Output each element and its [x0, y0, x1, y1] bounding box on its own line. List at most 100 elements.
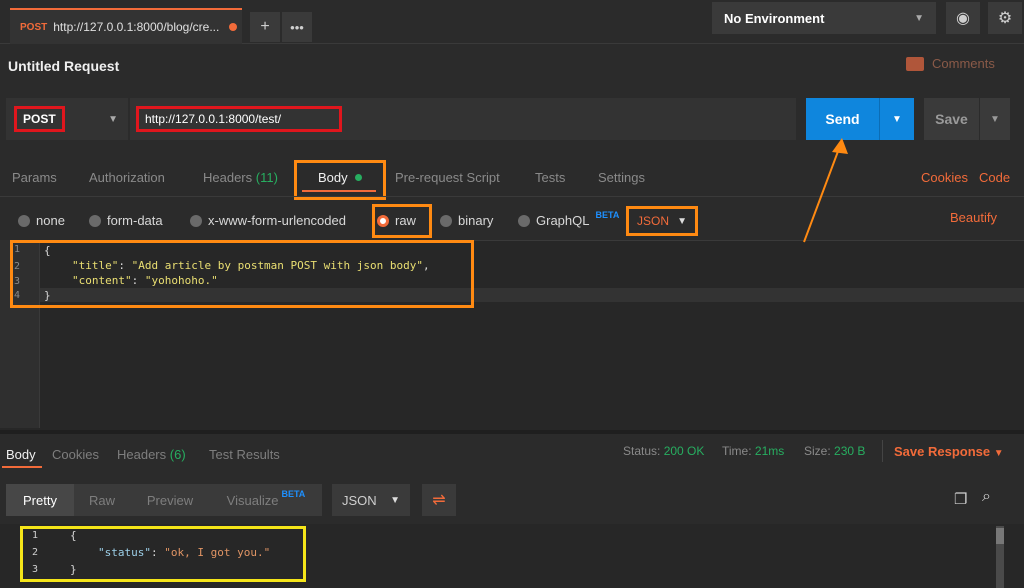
request-tab[interactable]: POST http://127.0.0.1:8000/blog/cre... — [10, 8, 242, 44]
chevron-down-icon: ▼ — [677, 215, 687, 227]
status-dot-icon — [354, 174, 362, 181]
response-divider — [0, 430, 1024, 434]
size-label: Size: — [804, 444, 831, 458]
response-headers-count: (6) — [169, 447, 186, 462]
active-tab-underline — [2, 466, 42, 468]
radio-none[interactable]: none — [18, 213, 65, 228]
tab-settings[interactable]: Settings — [598, 170, 645, 185]
cookies-link[interactable]: Cookies — [921, 170, 968, 185]
radio-urlencoded-label: x-www-form-urlencoded — [208, 213, 346, 228]
radio-binary[interactable]: binary — [440, 213, 493, 228]
radio-graphql-label: GraphQL — [536, 213, 590, 228]
copy-icon[interactable]: ❐ — [954, 490, 967, 508]
active-tab-underline — [302, 190, 376, 192]
chevron-down-icon[interactable]: ▼ — [980, 98, 1010, 140]
send-button[interactable]: Send ▼ — [806, 98, 914, 140]
radio-circle-icon — [18, 214, 30, 227]
method-value: POST — [14, 106, 65, 132]
time-value: 21ms — [754, 444, 785, 458]
beautify-link[interactable]: Beautify — [950, 210, 997, 225]
tab-headers[interactable]: Headers (11) — [203, 170, 278, 185]
format-label: JSON — [637, 214, 670, 228]
chevron-down-icon: ▼ — [993, 448, 1004, 459]
view-pretty[interactable]: Pretty — [6, 484, 74, 516]
tab-body[interactable]: Body — [318, 170, 362, 185]
chevron-down-icon: ▼ — [390, 494, 400, 506]
save-response-button[interactable]: Save Response ▼ — [894, 444, 1004, 459]
environment-label: No Environment — [724, 10, 825, 26]
chevron-down-icon: ▼ — [108, 113, 118, 125]
eye-icon[interactable]: ◉ — [946, 2, 980, 34]
status-info: Status: 200 OK — [623, 444, 704, 458]
view-raw[interactable]: Raw — [74, 484, 130, 516]
radio-selected-icon — [377, 214, 389, 227]
radio-form-data[interactable]: form-data — [89, 213, 163, 228]
response-tab-headers-label: Headers — [117, 447, 167, 462]
tab-authorization[interactable]: Authorization — [89, 170, 165, 185]
beta-badge: BETA — [281, 489, 306, 499]
size-info: Size: 230 B — [804, 444, 865, 458]
tab-tests[interactable]: Tests — [535, 170, 565, 185]
save-label: Save — [924, 98, 980, 140]
radio-form-data-label: form-data — [107, 213, 163, 228]
radio-circle-icon — [89, 214, 101, 227]
scrollbar-thumb[interactable] — [996, 528, 1004, 544]
response-tab-headers[interactable]: Headers (6) — [117, 447, 186, 462]
status-value: 200 OK — [663, 444, 705, 458]
more-icon[interactable]: ••• — [282, 12, 312, 42]
radio-graphql[interactable]: GraphQL BETA — [518, 209, 620, 228]
response-format-select[interactable]: JSON ▼ — [332, 484, 410, 516]
headers-count: (11) — [255, 170, 278, 185]
tab-url: http://127.0.0.1:8000/blog/cre... — [53, 20, 220, 34]
response-tab-body[interactable]: Body — [6, 447, 36, 462]
radio-circle-icon — [440, 214, 452, 227]
response-tab-test-results[interactable]: Test Results — [209, 447, 280, 462]
comment-icon — [906, 56, 924, 71]
gear-icon[interactable]: ⚙ — [988, 2, 1022, 34]
plus-icon[interactable]: + — [250, 12, 280, 42]
view-visualize-label: Visualize — [226, 492, 279, 508]
unsaved-dot-icon — [229, 23, 238, 31]
request-title[interactable]: Untitled Request — [8, 58, 119, 74]
radio-circle-icon — [190, 214, 202, 227]
tab-method: POST — [20, 21, 48, 33]
url-value: http://127.0.0.1:8000/test/ — [136, 106, 342, 132]
comments-button[interactable]: Comments — [906, 56, 995, 71]
save-button[interactable]: Save ▼ — [924, 98, 1010, 140]
view-preview[interactable]: Preview — [130, 484, 210, 516]
view-visualize[interactable]: Visualize BETA — [210, 484, 322, 516]
radio-circle-icon — [518, 214, 530, 227]
save-response-label: Save Response — [894, 444, 991, 459]
tab-body-label: Body — [318, 170, 348, 185]
radio-none-label: none — [36, 213, 65, 228]
time-label: Time: — [722, 444, 752, 458]
annotation-arrow — [803, 138, 848, 243]
status-label: Status: — [623, 444, 661, 458]
divider — [882, 440, 883, 462]
comments-label: Comments — [932, 56, 995, 71]
radio-binary-label: binary — [458, 213, 494, 228]
radio-urlencoded[interactable]: x-www-form-urlencoded — [190, 213, 346, 228]
format-select[interactable]: JSON ▼ — [626, 206, 698, 236]
divider — [0, 196, 1024, 197]
radio-raw-label: raw — [395, 213, 416, 228]
code-highlight — [10, 240, 474, 308]
response-view-tabs: Pretty Raw Preview Visualize BETA — [6, 484, 322, 516]
tab-params[interactable]: Params — [12, 170, 57, 185]
url-input[interactable]: http://127.0.0.1:8000/test/ — [130, 98, 796, 140]
send-label: Send — [806, 98, 880, 140]
chevron-down-icon[interactable]: ▼ — [880, 98, 914, 140]
tab-pre-request-script[interactable]: Pre-request Script — [395, 170, 500, 185]
code-link[interactable]: Code — [979, 170, 1010, 185]
method-select[interactable]: POST ▼ — [6, 98, 128, 140]
radio-raw[interactable]: raw — [377, 213, 416, 228]
search-icon[interactable]: ⌕ — [982, 488, 991, 506]
response-highlight — [20, 526, 306, 582]
wrap-icon[interactable]: ⇌ — [422, 484, 456, 516]
tab-headers-label: Headers — [203, 170, 253, 185]
response-tab-cookies[interactable]: Cookies — [52, 447, 99, 462]
size-value: 230 B — [834, 444, 866, 458]
chevron-down-icon: ▼ — [914, 12, 924, 24]
environment-select[interactable]: No Environment ▼ — [712, 2, 936, 34]
beta-badge: BETA — [595, 209, 620, 220]
